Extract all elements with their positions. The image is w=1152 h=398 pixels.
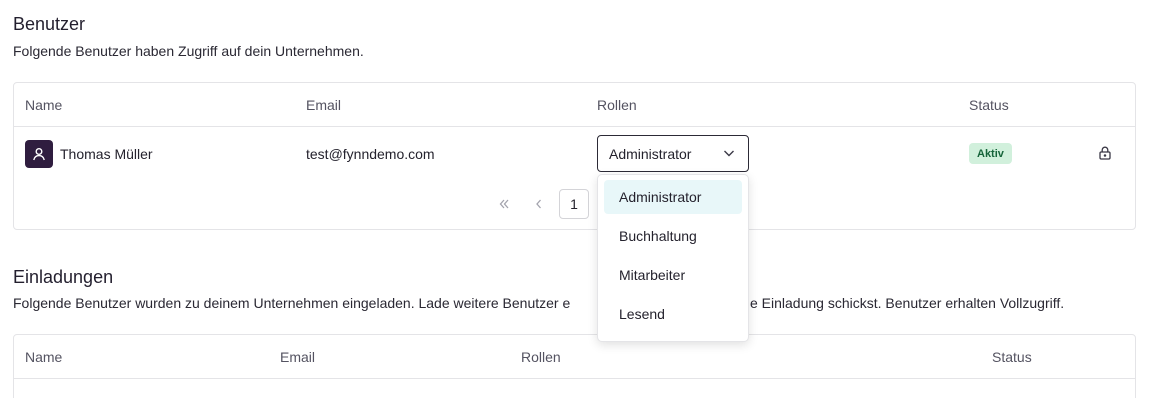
role-option-mitarbeiter[interactable]: Mitarbeiter	[604, 258, 742, 292]
header-divider	[14, 126, 1135, 127]
role-select-value: Administrator	[609, 145, 692, 162]
column-header-status: Status	[992, 349, 1032, 365]
user-name: Thomas Müller	[60, 146, 153, 162]
lock-icon[interactable]	[1097, 145, 1113, 161]
user-icon	[33, 148, 45, 161]
status-badge: Aktiv	[969, 143, 1012, 164]
column-header-status: Status	[969, 97, 1009, 113]
column-header-name: Name	[25, 97, 63, 113]
role-option-lesend[interactable]: Lesend	[604, 297, 742, 331]
column-header-email: Email	[306, 97, 342, 113]
page-number-button[interactable]: 1	[559, 189, 589, 219]
users-section-description: Folgende Benutzer haben Zugriff auf dein…	[13, 43, 364, 59]
invites-table: Name Email Rollen Status	[13, 334, 1136, 398]
avatar	[25, 140, 53, 168]
chevron-left-icon	[536, 199, 541, 209]
column-header-roles: Rollen	[597, 97, 637, 113]
column-header-roles: Rollen	[521, 349, 561, 365]
invites-section-description-left: Folgende Benutzer wurden zu deinem Unter…	[13, 295, 571, 311]
double-chevron-left-icon	[499, 199, 509, 209]
column-header-email: Email	[280, 349, 316, 365]
role-option-buchhaltung[interactable]: Buchhaltung	[604, 219, 742, 253]
invites-section-title: Einladungen	[13, 267, 114, 287]
first-page-button[interactable]	[492, 189, 516, 219]
role-select[interactable]: Administrator	[597, 135, 749, 172]
previous-page-button[interactable]	[527, 189, 551, 219]
header-divider	[14, 378, 1135, 379]
column-header-name: Name	[25, 349, 63, 365]
users-table: Name Email Rollen Status Thomas Müller t…	[13, 82, 1136, 230]
users-section-title: Benutzer	[13, 14, 86, 34]
role-option-administrator[interactable]: Administrator	[604, 180, 742, 214]
user-email: test@fynndemo.com	[306, 146, 435, 162]
chevron-down-icon	[724, 150, 734, 157]
invites-section-description-right: e Einladung schickst. Benutzer erhalten …	[750, 295, 1065, 311]
role-dropdown-menu: Administrator Buchhaltung Mitarbeiter Le…	[597, 174, 749, 342]
